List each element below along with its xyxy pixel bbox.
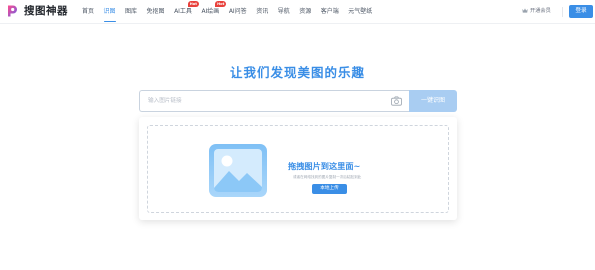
nav-item-resources[interactable]: 资源 [299,0,311,24]
nav-item-image-recognition[interactable]: 识图 [103,0,116,24]
image-placeholder-icon [209,144,267,197]
drop-zone[interactable]: 拖拽图片到这里面~ 或者在网络找到的图片复制一次后粘贴到此 本地上传 [147,125,449,213]
nav-item-ai-qa[interactable]: AI问答 [229,0,247,24]
nav-item-gallery[interactable]: 图库 [125,0,137,24]
hot-badge: Hot [187,1,199,7]
nav-label: 识图 [103,8,116,15]
camera-icon[interactable] [391,96,402,106]
nav-label: AI工具 [174,8,192,15]
nav-label: AI绘画 [201,8,220,15]
login-button[interactable]: 登录 [569,5,593,18]
vip-label: 开通会员 [530,8,551,14]
nav-label: 客户端 [320,8,339,15]
nav-item-ai-painting[interactable]: AI绘画 Hot [201,0,227,24]
site-logo[interactable]: 搜图神器 [5,4,68,18]
nav-item-news[interactable]: 资讯 [256,0,268,24]
drop-zone-subtitle: 或者在网络找到的图片复制一次后粘贴到此 [293,175,362,179]
nav-label: 导航 [277,8,290,15]
hot-badge: Hot [215,1,227,7]
nav-label: 图库 [125,8,138,15]
search-button[interactable]: 一键识图 [409,90,457,112]
search-bar: 一键识图 [139,90,457,112]
nav-label: 首页 [82,8,95,15]
nav-item-navigation[interactable]: 导航 [278,0,290,24]
header-divider [562,7,563,17]
crown-icon [522,8,528,13]
brand-name: 搜图神器 [24,5,68,17]
nav-item-cutout[interactable]: 免抠图 [147,0,165,24]
nav-label: 资源 [299,8,312,15]
nav-item-home[interactable]: 首页 [82,0,94,24]
hero-title: 让我们发现美图的乐趣 [229,65,365,80]
vip-link[interactable]: 开通会员 [522,7,551,14]
upload-panel: 拖拽图片到这里面~ 或者在网络找到的图片复制一次后粘贴到此 本地上传 [139,117,457,220]
main-nav: 首页 识图 图库 免抠图 AI工具 Hot AI绘画 Hot AI问答 资讯 导航 … [82,0,382,24]
nav-label: 资讯 [256,8,269,15]
image-url-input[interactable] [139,90,409,112]
drop-zone-title: 拖拽图片到这里面~ [288,161,361,171]
nav-item-ai-tools[interactable]: AI工具 Hot [174,0,199,24]
nav-item-client[interactable]: 客户端 [321,0,339,24]
nav-label: 免抠图 [146,8,165,15]
nav-label: AI问答 [228,8,247,15]
top-navbar: 搜图神器 首页 识图 图库 免抠图 AI工具 Hot AI绘画 Hot AI问答 资… [0,0,595,24]
local-upload-button[interactable]: 本地上传 [312,184,347,194]
logo-icon [8,5,17,17]
nav-label: 元气壁纸 [348,8,373,15]
nav-item-wallpaper[interactable]: 元气壁纸 [348,0,372,24]
